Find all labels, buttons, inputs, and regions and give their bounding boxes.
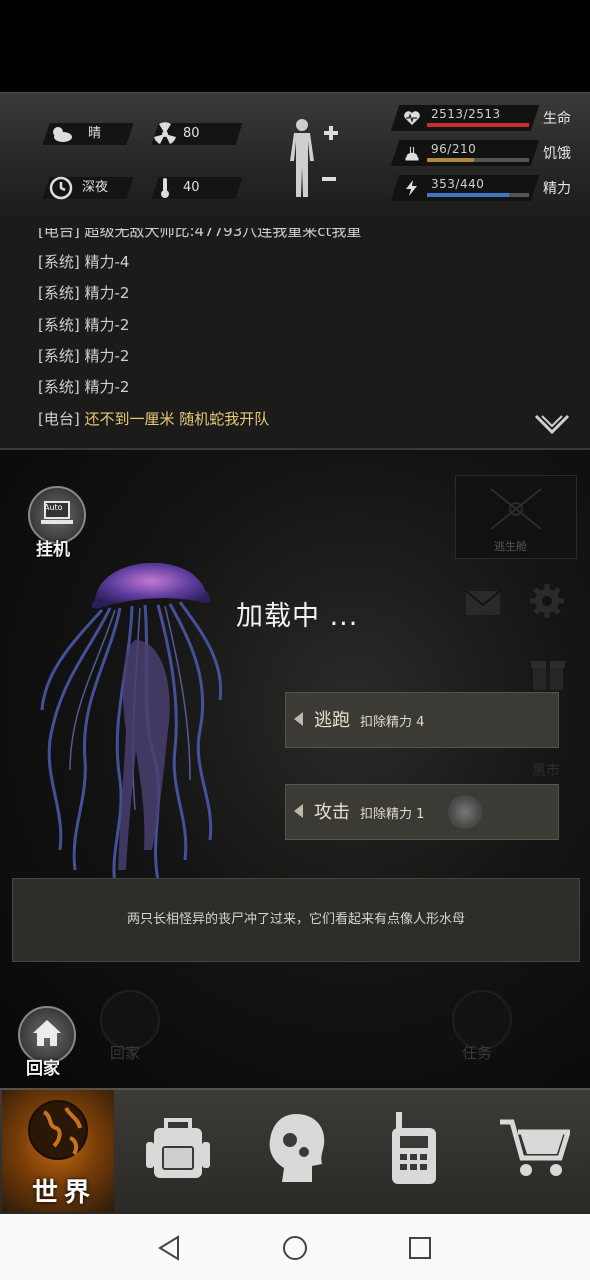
- log-line: [系统] 精力-2: [38, 284, 130, 302]
- auto-badge-text: Auto: [44, 503, 63, 512]
- escape-pod-icon: [490, 488, 542, 530]
- skills-head-icon[interactable]: [266, 1112, 328, 1184]
- recents-square-icon[interactable]: [407, 1235, 433, 1261]
- energy-bar: 353/440 精力: [390, 175, 585, 203]
- faded-task-circle: [452, 990, 512, 1050]
- encounter-description: 两只长相怪异的丧尸冲了过来，它们看起来有点像人形水母: [126, 912, 465, 927]
- attack-button[interactable]: 攻击 扣除精力 1: [285, 784, 559, 840]
- clock-icon: [49, 176, 73, 200]
- log-line: [系统] 精力-4: [38, 253, 130, 271]
- escape-pod-panel: 逃生舱: [455, 475, 577, 559]
- energy-icon: [406, 180, 417, 196]
- body-status-figure-icon[interactable]: [284, 117, 344, 199]
- hunger-bar: 96/210 饥饿: [390, 140, 585, 168]
- home-label: 回家: [26, 1059, 60, 1079]
- faded-home-circle: [100, 990, 160, 1050]
- flee-label: 逃跑: [314, 710, 350, 731]
- gift-icon: [531, 661, 565, 690]
- left-arrow-icon: [294, 804, 303, 818]
- temperature-value: 40: [183, 180, 200, 195]
- back-triangle-icon[interactable]: [156, 1234, 182, 1262]
- attack-label: 攻击: [314, 802, 350, 823]
- energy-value: 353/440: [431, 177, 485, 191]
- log-line-partial: [电台] 超级无敌大帅比:47793八连我重来ct我重: [38, 222, 362, 240]
- black-market-label: 黑市: [532, 763, 560, 779]
- shop-cart-icon[interactable]: [498, 1116, 570, 1180]
- message-log[interactable]: [电台] 超级无敌大帅比:47793八连我重来ct我重 [系统] 精力-4 [系…: [0, 216, 590, 450]
- health-value: 2513/2513: [431, 107, 501, 121]
- mail-icon: [465, 590, 501, 615]
- attack-cost: 扣除精力 1: [360, 807, 425, 822]
- log-line-radio: [电台] 还不到一厘米 随机蛇我开队: [38, 410, 270, 428]
- auto-idle-label: 挂机: [36, 540, 70, 560]
- expand-log-chevron-icon[interactable]: [532, 412, 572, 438]
- health-bar: 2513/2513 生命: [390, 105, 585, 133]
- backpack-icon[interactable]: [144, 1112, 212, 1182]
- hunger-label: 饥饿: [543, 146, 571, 162]
- energy-label: 精力: [543, 181, 571, 197]
- radiation-icon: [154, 122, 176, 144]
- hunger-fill: [427, 158, 474, 162]
- nav-world-label: 世界: [32, 1178, 97, 1208]
- thermometer-icon: [161, 178, 169, 198]
- loading-text: 加载中 ...: [236, 601, 359, 632]
- time-text: 深夜: [82, 180, 109, 195]
- flee-button[interactable]: 逃跑 扣除精力 4: [285, 692, 559, 748]
- faded-home-label: 回家: [110, 1044, 141, 1062]
- weather-sun-cloud-icon: [53, 127, 72, 142]
- encounter-description-box: 两只长相怪异的丧尸冲了过来，它们看起来有点像人形水母: [12, 878, 580, 962]
- food-icon: [405, 146, 419, 161]
- settings-gear-icon: [530, 584, 564, 618]
- system-nav-bar: [0, 1214, 590, 1280]
- log-line: [系统] 精力-2: [38, 378, 130, 396]
- heart-pulse-icon: [404, 111, 420, 125]
- energy-fill: [427, 193, 509, 197]
- radiation-value: 80: [183, 126, 200, 141]
- touch-ripple-indicator: [448, 795, 482, 829]
- radio-walkie-icon[interactable]: [388, 1110, 440, 1186]
- status-panel: 晴 80 深夜 40 2513/2513 生命 96/210 饥饿 353/44…: [0, 92, 590, 218]
- left-arrow-icon: [294, 712, 303, 726]
- log-line: [系统] 精力-2: [38, 316, 130, 334]
- escape-pod-label: 逃生舱: [494, 540, 527, 553]
- health-label: 生命: [543, 111, 571, 127]
- home-icon: [33, 1020, 61, 1046]
- hunger-value: 96/210: [431, 142, 477, 156]
- faded-task-label: 任务: [462, 1044, 493, 1062]
- flee-cost: 扣除精力 4: [360, 715, 425, 730]
- weather-text: 晴: [88, 126, 102, 141]
- nav-world-tab[interactable]: 世界: [2, 1090, 114, 1212]
- globe-icon: [28, 1100, 88, 1160]
- jellyfish-zombie-creature: [40, 562, 223, 886]
- home-circle-icon[interactable]: [281, 1234, 309, 1262]
- log-line: [系统] 精力-2: [38, 347, 130, 365]
- health-fill: [427, 123, 529, 127]
